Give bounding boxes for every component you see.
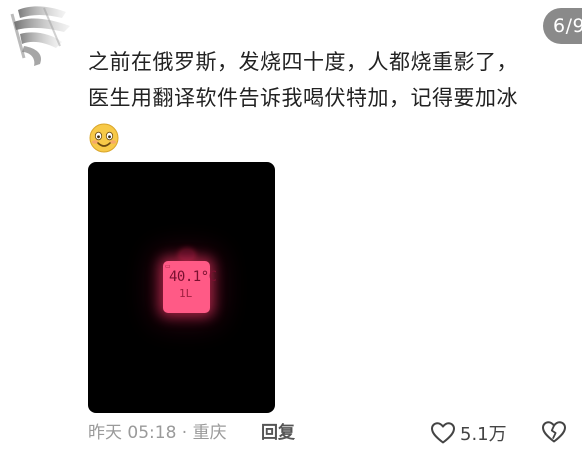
comment-line-1: 之前在俄罗斯，发烧四十度，人都烧重影了， (88, 50, 518, 74)
thermometer-top (180, 250, 194, 260)
avatar-image (10, 6, 70, 66)
broken-heart-icon (542, 421, 566, 443)
reply-button[interactable]: 回复 (261, 421, 295, 445)
like-count: 5.1万 (460, 424, 507, 445)
comment-line-2: 医生用翻译软件告诉我喝伏特加，记得要加冰 (88, 86, 518, 110)
page-indicator: 6/9 (553, 15, 582, 37)
smile-emoji-icon (88, 122, 120, 154)
thermometer-reading: 40.1°C (169, 269, 217, 285)
comment-body: 之前在俄罗斯，发烧四十度，人都烧重影了， 医生用翻译软件告诉我喝伏特加，记得要加… (88, 44, 558, 116)
heart-outline-icon (431, 422, 455, 444)
thermometer-sub-reading: 1L (179, 287, 193, 300)
comment-photo[interactable]: ▭ 40.1°C 1L (88, 162, 275, 413)
avatar[interactable] (4, 0, 82, 74)
comment-time-location: 昨天 05:18 · 重庆 (88, 423, 227, 443)
dislike-button[interactable] (541, 420, 567, 446)
image-page-badge: 6/9 (543, 8, 582, 44)
like-button[interactable]: 5.1万 (430, 420, 507, 446)
thermometer-screen: ▭ 40.1°C 1L (163, 261, 217, 313)
